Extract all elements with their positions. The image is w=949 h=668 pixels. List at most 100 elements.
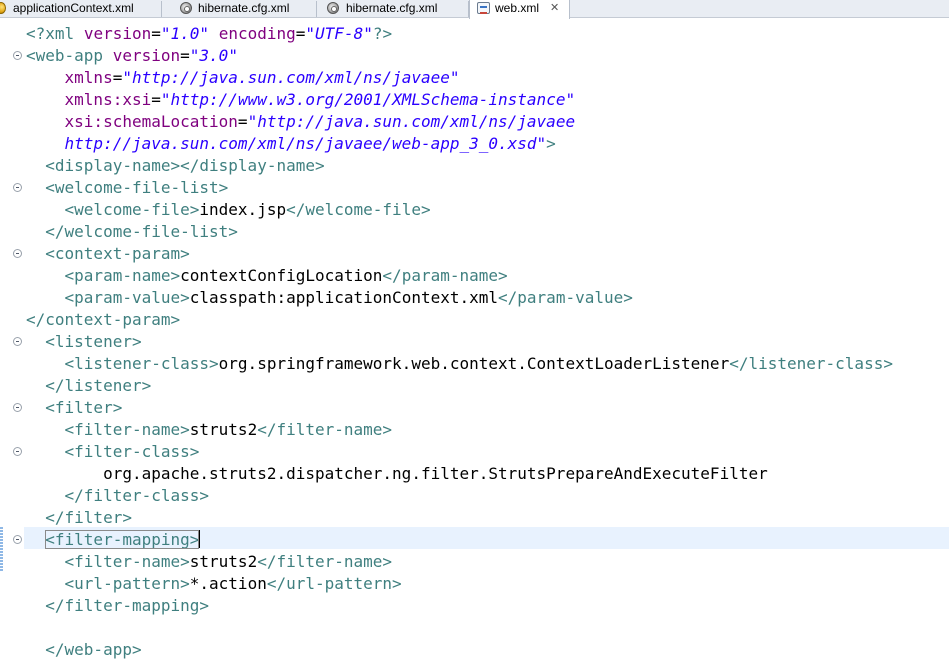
- token-txt: org.springframework.web.context.ContextL…: [218, 354, 730, 373]
- tab-hibernate-cfg-xml[interactable]: hibernate.cfg.xml: [162, 0, 317, 18]
- code-line[interactable]: <param-value>classpath:applicationContex…: [26, 287, 633, 309]
- token-tag: </filter-name>: [257, 552, 393, 571]
- token-tag: <listener>: [45, 332, 142, 351]
- tab-label: hibernate.cfg.xml: [346, 1, 438, 15]
- code-line[interactable]: <filter-name>struts2</filter-name>: [26, 551, 393, 573]
- code-line[interactable]: </web-app>: [26, 639, 141, 661]
- token-tag: <listener-class>: [64, 354, 219, 373]
- tab-hibernate-cfg-xml-2[interactable]: hibernate.cfg.xml: [317, 0, 469, 18]
- token-txt: struts2: [189, 552, 258, 571]
- code-line[interactable]: <filter-name>struts2</filter-name>: [26, 419, 393, 441]
- code-line[interactable]: </filter-class>: [26, 485, 210, 507]
- token-str: "UTF-8": [305, 24, 373, 43]
- token-str: http://java.sun.com/xml/ns/javaee/web-ap…: [64, 134, 547, 153]
- token-attr: encoding: [218, 24, 296, 43]
- token-tag: </welcome-file>: [286, 200, 431, 219]
- code-line[interactable]: <welcome-file-list>: [26, 177, 228, 199]
- tab-label: hibernate.cfg.xml: [198, 1, 290, 15]
- code-line[interactable]: <listener-class>org.springframework.web.…: [26, 353, 893, 375]
- code-line[interactable]: <listener>: [26, 331, 142, 353]
- text-caret: [199, 530, 201, 548]
- code-line[interactable]: <?xml version="1.0" encoding="UTF-8"?>: [26, 23, 392, 45]
- tab-application-context-xml[interactable]: applicationContext.xml: [0, 0, 162, 18]
- token-tag: <welcome-file-list>: [45, 178, 229, 197]
- token-tag: <param-name>: [64, 266, 181, 285]
- code-line[interactable]: <context-param>: [26, 243, 190, 265]
- token-str: "http://java.sun.com/xml/ns/javaee": [122, 68, 460, 87]
- token-txt: *.action: [189, 574, 267, 593]
- token-txt: =: [112, 68, 123, 87]
- code-line[interactable]: xmlns:xsi="http://www.w3.org/2001/XMLSch…: [26, 89, 576, 111]
- folding-ruler: [0, 19, 24, 668]
- code-line[interactable]: org.apache.struts2.dispatcher.ng.filter.…: [26, 463, 768, 485]
- token-tag: >: [546, 134, 556, 153]
- token-txt: org.apache.struts2.dispatcher.ng.filter.…: [103, 464, 768, 483]
- token-attr: xmlns:xsi: [64, 90, 152, 109]
- tab-web-xml[interactable]: web.xml ✕: [469, 0, 570, 19]
- token-tag: </param-value>: [498, 288, 633, 307]
- token-tag: <filter>: [45, 398, 123, 417]
- editor-tab-bar: applicationContext.xml hibernate.cfg.xml…: [0, 0, 949, 19]
- code-line[interactable]: <web-app version="3.0": [26, 45, 238, 67]
- token-tag: </filter>: [45, 508, 132, 527]
- code-line[interactable]: <filter>: [26, 397, 122, 419]
- code-line[interactable]: </welcome-file-list>: [26, 221, 238, 243]
- fold-toggle-icon[interactable]: [13, 535, 22, 544]
- code-line[interactable]: </filter>: [26, 507, 132, 529]
- fold-toggle-icon[interactable]: [13, 183, 22, 192]
- fold-toggle-icon[interactable]: [13, 337, 22, 346]
- token-attr: xmlns: [64, 68, 113, 87]
- token-txt: classpath:applicationContext.xml: [189, 288, 499, 307]
- fold-toggle-icon[interactable]: [13, 249, 22, 258]
- code-line[interactable]: </context-param>: [26, 309, 180, 331]
- fold-toggle-icon[interactable]: [13, 403, 22, 412]
- code-line[interactable]: <welcome-file>index.jsp</welcome-file>: [26, 199, 431, 221]
- token-tag: <url-pattern>: [64, 574, 190, 593]
- token-tag: <filter-name>: [64, 420, 190, 439]
- token-tag: <display-name></display-name>: [45, 156, 325, 175]
- code-line[interactable]: xsi:schemaLocation="http://java.sun.com/…: [26, 111, 576, 133]
- code-line[interactable]: </filter-mapping>: [26, 595, 209, 617]
- code-line[interactable]: <filter-mapping>: [26, 529, 201, 551]
- token-tag: <context-param>: [45, 244, 190, 263]
- code-line[interactable]: </listener>: [26, 375, 151, 397]
- token-txt: =: [151, 90, 161, 109]
- code-line[interactable]: <display-name></display-name>: [26, 155, 325, 177]
- token-tag: xml: [45, 24, 75, 43]
- token-txt: =: [151, 24, 161, 43]
- spring-config-icon: [0, 2, 6, 14]
- token-txt: =: [237, 112, 248, 131]
- token-tag: </filter-mapping>: [45, 596, 210, 615]
- fold-toggle-icon[interactable]: [13, 51, 22, 60]
- eclipse-xml-editor: applicationContext.xml hibernate.cfg.xml…: [0, 0, 949, 668]
- code-line[interactable]: <param-name>contextConfigLocation</param…: [26, 265, 508, 287]
- code-editor[interactable]: <?xml version="1.0" encoding="UTF-8"?> <w…: [0, 19, 949, 668]
- fold-toggle-icon[interactable]: [13, 447, 22, 456]
- code-line[interactable]: xmlns="http://java.sun.com/xml/ns/javaee…: [26, 67, 460, 89]
- tab-label: applicationContext.xml: [13, 1, 134, 15]
- code-line[interactable]: <filter-class>: [26, 441, 200, 463]
- token-pi: <?: [26, 24, 46, 43]
- code-line[interactable]: http://java.sun.com/xml/ns/javaee/web-ap…: [26, 133, 556, 155]
- code-line[interactable]: <url-pattern>*.action</url-pattern>: [26, 573, 402, 595]
- token-tag: </filter-name>: [257, 420, 393, 439]
- close-icon[interactable]: ✕: [550, 0, 559, 16]
